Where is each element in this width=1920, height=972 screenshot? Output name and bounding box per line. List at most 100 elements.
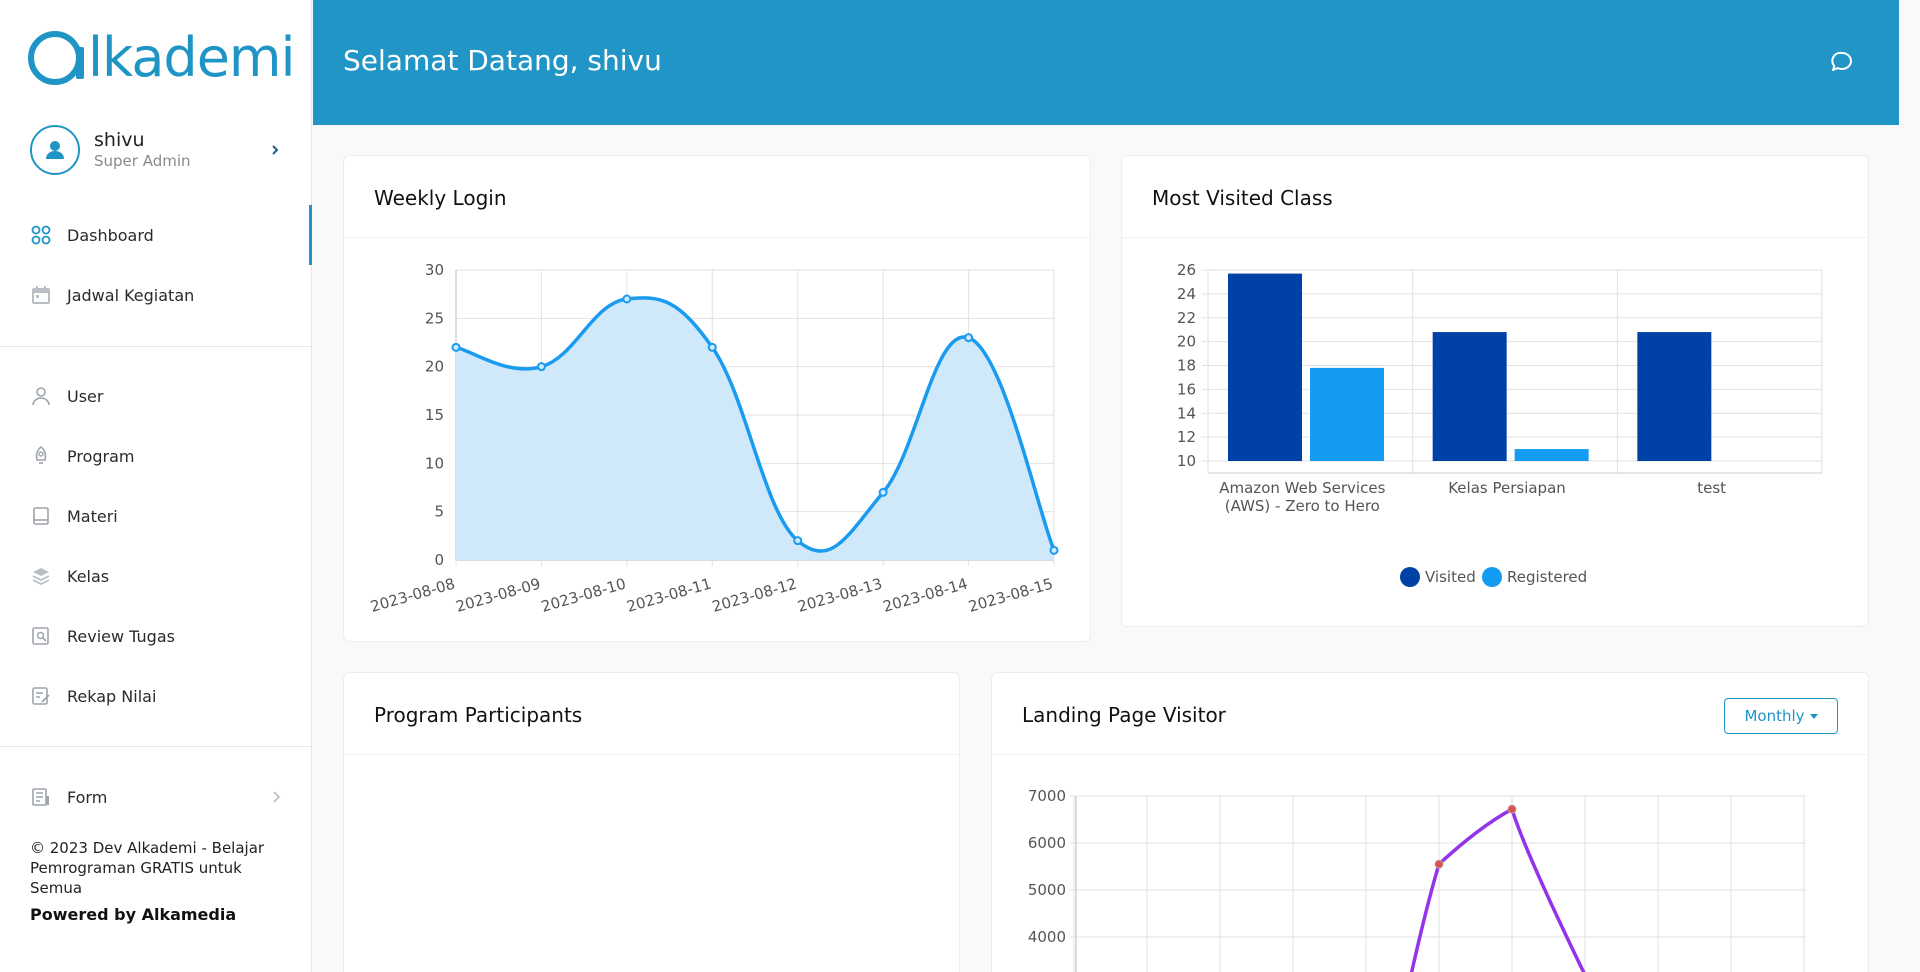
y-tick-label: 26	[1177, 261, 1196, 279]
weekly-login-card: Weekly Login 0 5 10 15 20 25 30 2023-08-08 2023-…	[343, 155, 1091, 642]
y-tick-label: 5	[434, 503, 444, 521]
sidebar-item-label: Materi	[67, 506, 118, 526]
user-avatar-icon	[46, 141, 64, 159]
user-profile[interactable]: shivu Super Admin	[30, 125, 285, 175]
legend-swatch	[1400, 567, 1420, 587]
page-header: Selamat Datang, shivu	[313, 0, 1899, 125]
bar	[1310, 367, 1384, 461]
sidebar-item-user[interactable]: User	[0, 372, 312, 420]
y-tick-label: 4000	[1028, 928, 1066, 946]
sidebar-item-label: Jadwal Kegiatan	[67, 285, 195, 305]
y-tick-label: 10	[1177, 452, 1196, 470]
bar	[1432, 332, 1507, 461]
sidebar-item-label: Form	[67, 787, 108, 807]
data-point	[1434, 859, 1444, 869]
sidebar-item-review-tugas[interactable]: Review Tugas	[0, 612, 312, 660]
program-participants-card: Program Participants	[343, 672, 960, 972]
calendar-icon	[30, 284, 52, 306]
sidebar-item-label: Review Tugas	[67, 626, 175, 646]
data-point	[536, 362, 546, 372]
sidebar: lkademi shivu Super Admin Dashboard Jadw…	[0, 0, 312, 972]
landing-visitor-chart: 4000 5000 6000 7000	[1028, 787, 1806, 972]
user-icon	[30, 385, 52, 407]
x-tick-label: 2023-08-12	[710, 575, 799, 616]
sidebar-item-program[interactable]: Program	[0, 432, 312, 480]
chevron-right-icon	[270, 789, 282, 808]
y-tick-label: 0	[434, 551, 444, 569]
logo-text: lkademi	[88, 26, 296, 89]
x-tick-label: 2023-08-09	[454, 575, 543, 616]
series-line	[1409, 806, 1586, 972]
legend-swatch	[1482, 567, 1502, 587]
data-point	[451, 342, 461, 352]
data-point	[707, 342, 717, 352]
form-icon	[30, 786, 52, 808]
x-tick-label: (AWS) - Zero to Hero	[1225, 497, 1380, 515]
x-tick-label: Amazon Web Services	[1219, 479, 1385, 497]
y-tick-label: 25	[425, 309, 444, 327]
y-tick-label: 16	[1177, 380, 1196, 398]
y-tick-label: 24	[1177, 285, 1196, 303]
sidebar-item-jadwal[interactable]: Jadwal Kegiatan	[0, 271, 312, 319]
y-tick-label: 10	[425, 454, 444, 472]
page-title: Selamat Datang, shivu	[343, 44, 662, 77]
data-point	[1507, 804, 1517, 814]
x-tick-label: 2023-08-10	[539, 575, 628, 616]
search-doc-icon	[30, 625, 52, 647]
sidebar-item-kelas[interactable]: Kelas	[0, 552, 312, 600]
monthly-dropdown-button[interactable]: Monthly	[1724, 698, 1838, 734]
edit-doc-icon	[30, 685, 52, 707]
x-tick-label: 2023-08-08	[368, 575, 457, 616]
chat-icon[interactable]	[1830, 50, 1854, 74]
y-tick-label: 12	[1177, 428, 1196, 446]
x-tick-label: 2023-08-14	[881, 575, 970, 616]
y-tick-label: 6000	[1028, 834, 1066, 852]
sidebar-item-dashboard[interactable]: Dashboard	[0, 205, 312, 265]
y-tick-label: 20	[425, 358, 444, 376]
book-icon	[30, 505, 52, 527]
sidebar-item-materi[interactable]: Materi	[0, 492, 312, 540]
data-point	[964, 333, 974, 343]
divider	[0, 746, 312, 747]
chevron-right-icon[interactable]	[265, 140, 285, 160]
copyright-text: © 2023 Dev Alkademi - Belajar Pemrograma…	[30, 839, 265, 897]
data-point	[878, 487, 888, 497]
alkademi-logo[interactable]: lkademi	[28, 26, 296, 89]
landing-visitor-card: Landing Page Visitor Monthly 4000 5000 600…	[991, 672, 1869, 972]
rocket-icon	[30, 445, 52, 467]
legend-label: Visited	[1425, 568, 1476, 586]
caret-down-icon	[1809, 713, 1818, 719]
card-title: Program Participants	[374, 703, 583, 727]
card-title: Most Visited Class	[1152, 186, 1333, 210]
x-tick-label: Kelas Persiapan	[1448, 479, 1566, 497]
data-point	[1049, 545, 1059, 555]
data-point	[793, 536, 803, 546]
layers-icon	[30, 565, 52, 587]
card-title: Landing Page Visitor	[1022, 703, 1226, 727]
x-tick-label: 2023-08-11	[625, 575, 714, 616]
x-tick-label: test	[1697, 479, 1726, 497]
y-tick-label: 7000	[1028, 787, 1066, 805]
card-title: Weekly Login	[374, 186, 507, 210]
logo-mark-icon	[28, 31, 84, 85]
sidebar-item-label: User	[67, 386, 104, 406]
divider	[0, 346, 312, 347]
bar	[1228, 273, 1302, 461]
sidebar-item-label: Kelas	[67, 566, 110, 586]
bar	[1637, 332, 1712, 461]
most-visited-card: Most Visited Class 10 12 14 16 18 20 22 24 26 Ama…	[1121, 155, 1869, 627]
sidebar-item-form[interactable]: Form	[0, 773, 312, 821]
x-tick-label: 2023-08-13	[795, 575, 884, 616]
sidebar-item-rekap-nilai[interactable]: Rekap Nilai	[0, 672, 312, 720]
sidebar-item-label: Dashboard	[67, 225, 154, 245]
grid-icon	[30, 224, 52, 246]
y-tick-label: 30	[425, 261, 444, 279]
y-tick-label: 14	[1177, 404, 1196, 422]
bar	[1514, 449, 1589, 461]
y-tick-label: 5000	[1028, 881, 1066, 899]
data-point	[622, 294, 632, 304]
profile-name: shivu	[94, 129, 145, 151]
legend-label: Registered	[1507, 568, 1587, 586]
monthly-label: Monthly	[1744, 707, 1805, 725]
y-tick-label: 18	[1177, 357, 1196, 375]
